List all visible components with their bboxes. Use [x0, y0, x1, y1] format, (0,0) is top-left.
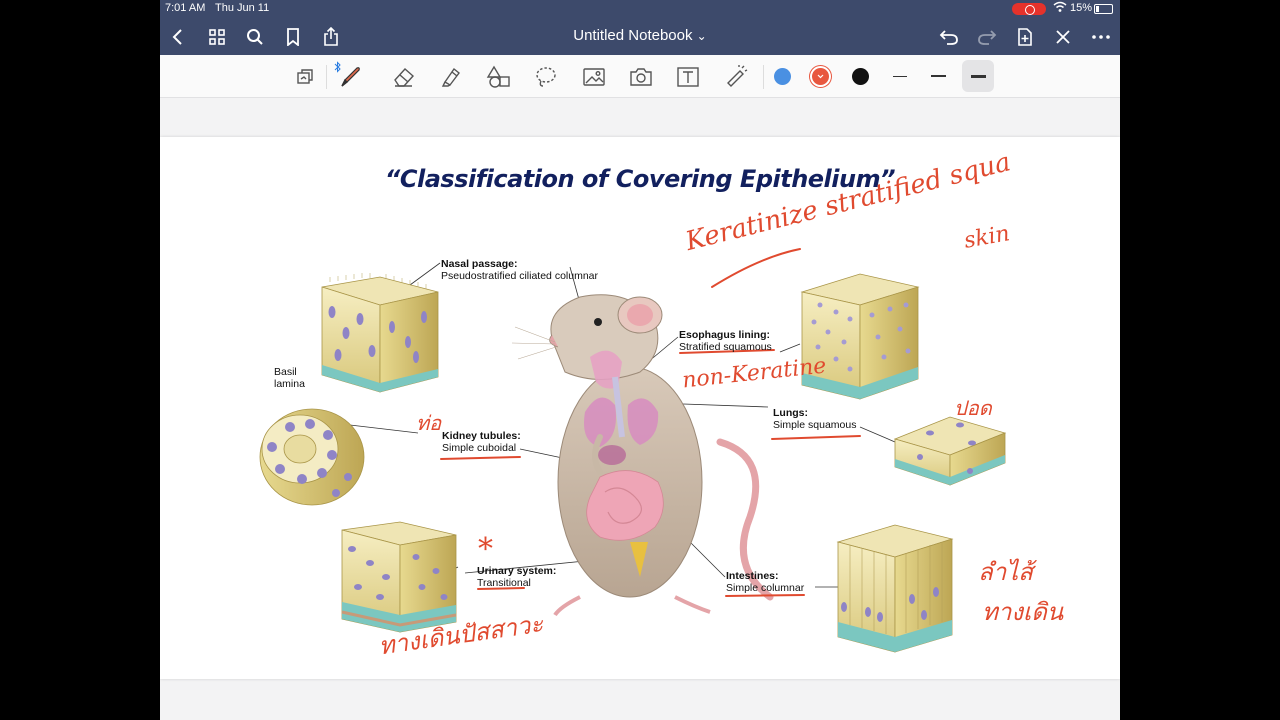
- color-swatch-black[interactable]: [852, 68, 869, 85]
- label-intestines-desc: Simple columnar: [726, 582, 805, 594]
- close-icon[interactable]: [1050, 24, 1076, 50]
- label-esophagus: Esophagus lining: Stratified squamous: [679, 329, 772, 353]
- label-lungs-desc: Simple squamous: [773, 419, 857, 431]
- toolbar-divider: [763, 65, 764, 89]
- nasal-tissue-block: [321, 273, 439, 393]
- color-swatch-blue[interactable]: [774, 68, 791, 85]
- notebook-page[interactable]: “Classification of Covering Epithelium” …: [160, 137, 1120, 679]
- status-date: Thu Jun 11: [215, 2, 270, 14]
- undo-icon[interactable]: [936, 24, 962, 50]
- stroke-medium[interactable]: [931, 75, 946, 77]
- label-nasal-passage: Nasal passage: Pseudostratified ciliated…: [441, 258, 598, 282]
- ink-lung-thai[interactable]: ปอด: [954, 392, 992, 424]
- ink-star[interactable]: *: [478, 532, 493, 567]
- label-intestines: Intestines: Simple columnar: [726, 570, 804, 594]
- eraser-icon[interactable]: [390, 63, 418, 91]
- lasso-icon[interactable]: [532, 63, 560, 91]
- share-icon[interactable]: [318, 24, 344, 50]
- label-kidney-desc: Simple cuboidal: [442, 442, 517, 454]
- label-urinary: Urinary system: Transitional: [477, 565, 556, 589]
- back-icon[interactable]: [165, 24, 191, 50]
- status-time: 7:01 AM: [165, 2, 206, 14]
- label-intestines-title: Intestines:: [726, 570, 779, 582]
- battery-icon: [1094, 4, 1113, 14]
- shapes-icon[interactable]: [485, 63, 513, 91]
- status-bar: 7:01 AM Thu Jun 11 15%: [160, 0, 1120, 18]
- grid-icon[interactable]: [204, 24, 230, 50]
- label-basil-line2: lamina: [274, 378, 305, 390]
- color-swatch-red-selected[interactable]: [812, 68, 829, 85]
- label-basil-lamina: Basil lamina: [274, 366, 305, 390]
- camera-icon[interactable]: [627, 63, 655, 91]
- label-kidney: Kidney tubules: Simple cuboidal: [442, 430, 521, 454]
- search-icon[interactable]: [242, 24, 268, 50]
- label-nasal-desc: Pseudostratified ciliated columnar: [441, 270, 598, 282]
- wifi-icon: [1053, 1, 1067, 16]
- chevron-down-icon: ⌄: [696, 29, 707, 43]
- label-nasal-title: Nasal passage:: [441, 258, 518, 270]
- stroke-thick[interactable]: [971, 75, 986, 78]
- read-only-icon[interactable]: [291, 63, 319, 91]
- label-urinary-desc: Transitional: [477, 577, 531, 589]
- kidney-tubule-tissue: [259, 408, 365, 506]
- label-esophagus-desc: Stratified squamous: [679, 341, 772, 353]
- urinary-tissue-block: [341, 521, 457, 633]
- stroke-thin[interactable]: [893, 76, 907, 77]
- label-basil-line1: Basil: [274, 366, 297, 378]
- redo-icon[interactable]: [974, 24, 1000, 50]
- highlighter-icon[interactable]: [437, 63, 465, 91]
- screen-recording-icon: [1012, 3, 1046, 15]
- image-icon[interactable]: [580, 63, 608, 91]
- ipad-screen: 7:01 AM Thu Jun 11 15% Untitled Notebook…: [160, 0, 1120, 720]
- label-esophagus-title: Esophagus lining:: [679, 329, 770, 341]
- ink-intestine-thai-1[interactable]: ลำไส้: [978, 552, 1033, 591]
- more-icon[interactable]: [1088, 24, 1114, 50]
- text-icon[interactable]: [674, 63, 702, 91]
- battery-percent: 15%: [1070, 2, 1093, 14]
- bluetooth-icon: [334, 61, 364, 91]
- bookmark-icon[interactable]: [280, 24, 306, 50]
- lung-tissue-slab: [893, 416, 1007, 486]
- label-kidney-title: Kidney tubules:: [442, 430, 521, 442]
- ink-intestine-thai-2[interactable]: ทางเดิน: [982, 592, 1063, 631]
- add-page-icon[interactable]: [1012, 24, 1038, 50]
- ink-kidney-thai[interactable]: ท่อ: [416, 407, 441, 439]
- notebook-title[interactable]: Untitled Notebook ⌄: [540, 27, 740, 44]
- toolbar-divider: [326, 65, 327, 89]
- esophagus-tissue-block: [800, 273, 920, 400]
- notebook-title-text: Untitled Notebook: [573, 27, 693, 44]
- intestine-tissue-block: [836, 524, 954, 653]
- laser-pointer-icon[interactable]: [722, 63, 750, 91]
- label-lungs: Lungs: Simple squamous: [773, 407, 856, 431]
- label-lungs-title: Lungs:: [773, 407, 808, 419]
- tools-bar: [160, 55, 1120, 98]
- nav-bar: Untitled Notebook ⌄: [160, 18, 1120, 55]
